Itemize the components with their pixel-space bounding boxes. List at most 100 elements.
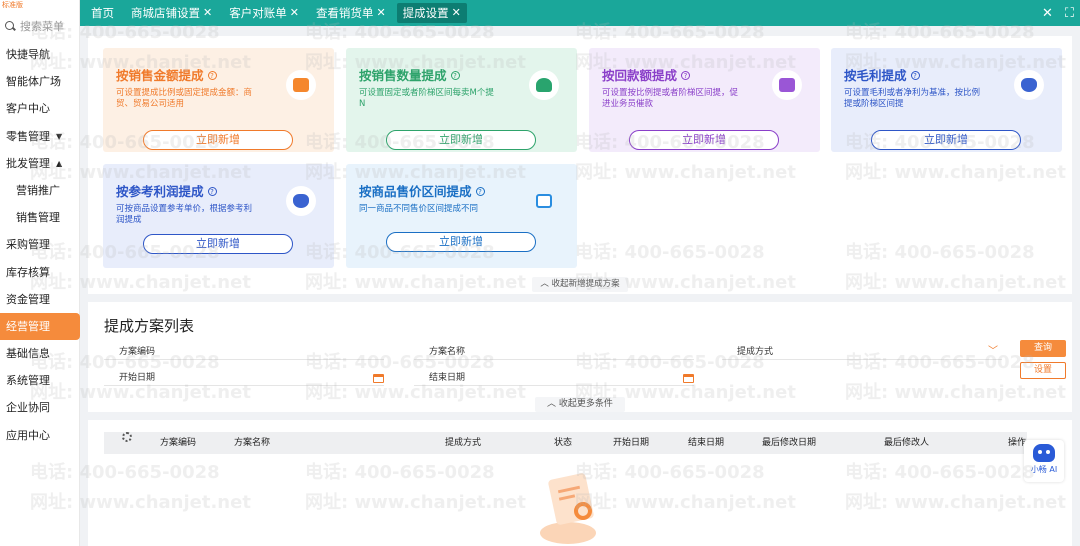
- col-method[interactable]: 提成方式: [445, 432, 481, 454]
- sidebar-item-marketing[interactable]: 营销推广: [0, 177, 80, 204]
- help-icon[interactable]: ?: [681, 71, 691, 80]
- commission-method-select[interactable]: 提成方式 ﹀: [722, 344, 1002, 360]
- collapse-new-plan-link[interactable]: ︿ 收起新增提成方案: [532, 277, 628, 292]
- tab-bar: 首页 商城店铺设置 ✕ 客户对账单 ✕ 查看销货单 ✕ 提成设置 ✕ ✕ ⛶: [80, 0, 1080, 26]
- sidebar-menu: 快捷导航 智能体广场 客户中心 零售管理 ▼ 批发管理 ▲ 营销推广 销售管理 采购…: [0, 41, 80, 449]
- add-button[interactable]: 立即新增: [629, 130, 779, 150]
- card-title: 按销售金额提成: [116, 68, 204, 83]
- close-icon[interactable]: ✕: [376, 0, 385, 26]
- close-icon[interactable]: ✕: [452, 3, 461, 23]
- menu-search[interactable]: 搜索菜单: [4, 18, 76, 34]
- chart-coin-icon: [286, 186, 316, 216]
- close-icon[interactable]: ✕: [290, 0, 299, 26]
- help-icon[interactable]: ?: [450, 71, 460, 80]
- col-end-date[interactable]: 结束日期: [688, 432, 724, 454]
- help-icon[interactable]: ?: [207, 71, 217, 80]
- tab-store-settings[interactable]: 商城店铺设置 ✕: [125, 0, 218, 26]
- card-payment-amount: 按回款额提成? 可设置按比例提或者阶梯区间提，促进业务员催款 立即新增: [589, 48, 820, 152]
- start-date-field[interactable]: 开始日期: [104, 370, 384, 386]
- help-icon[interactable]: ?: [207, 187, 217, 196]
- card-title: 按回款额提成: [602, 68, 678, 83]
- menu-search-placeholder: 搜索菜单: [20, 20, 64, 33]
- card-price-range: 按商品售价区间提成? 同一商品不同售价区间提成不同 立即新增: [346, 164, 577, 268]
- sidebar-item-quick-nav[interactable]: 快捷导航: [0, 41, 80, 68]
- tab-home[interactable]: 首页: [85, 0, 120, 26]
- upload-box-icon: [529, 70, 559, 100]
- robot-icon: [1033, 444, 1055, 462]
- add-button[interactable]: 立即新增: [386, 232, 536, 252]
- col-start-date[interactable]: 开始日期: [613, 432, 649, 454]
- col-modified-date[interactable]: 最后修改日期: [762, 432, 816, 454]
- col-plan-code[interactable]: 方案编码: [160, 432, 196, 454]
- column-settings-icon[interactable]: [122, 432, 132, 442]
- sidebar-item-operations[interactable]: 经营管理: [0, 312, 80, 341]
- chevron-down-icon: ▼: [56, 131, 63, 141]
- fullscreen-icon[interactable]: ⛶: [1065, 6, 1074, 21]
- page-title: 提成方案列表: [104, 317, 195, 335]
- add-button[interactable]: 立即新增: [386, 130, 536, 150]
- sidebar-item-sales[interactable]: 销售管理: [0, 204, 80, 231]
- settings-button[interactable]: 设置: [1020, 362, 1066, 379]
- tab-sales-order[interactable]: 查看销货单 ✕: [310, 0, 392, 26]
- sidebar-item-customer-center[interactable]: 客户中心: [0, 95, 80, 122]
- sidebar-item-collaboration[interactable]: 企业协同: [0, 394, 80, 421]
- calendar-icon[interactable]: [683, 374, 694, 383]
- help-icon[interactable]: ?: [475, 187, 485, 196]
- sidebar-item-inventory[interactable]: 库存核算: [0, 259, 80, 286]
- col-plan-name[interactable]: 方案名称: [234, 432, 270, 454]
- card-title: 按销售数量提成: [359, 68, 447, 83]
- empty-state-illustration: [540, 472, 600, 546]
- add-button[interactable]: 立即新增: [143, 234, 293, 254]
- calendar-yen-icon: [772, 70, 802, 100]
- ai-assistant-button[interactable]: 小畅 AI: [1024, 440, 1064, 482]
- collapse-more-conditions-link[interactable]: ︿ 收起更多条件: [535, 397, 625, 412]
- edition-badge: 标准版: [2, 1, 23, 9]
- add-button[interactable]: 立即新增: [143, 130, 293, 150]
- money-bag-icon: [1014, 70, 1044, 100]
- col-status[interactable]: 状态: [554, 432, 572, 454]
- help-icon[interactable]: ?: [910, 71, 920, 80]
- tab-customer-statement[interactable]: 客户对账单 ✕: [223, 0, 305, 26]
- chevron-up-icon: ︿: [540, 279, 552, 289]
- card-desc: 可设置固定或者阶梯区间每卖M个提N: [359, 88, 494, 109]
- plan-table: 方案编码 方案名称 提成方式 状态 开始日期 结束日期 最后修改日期 最后修改人…: [88, 420, 1072, 546]
- sidebar-item-agent-plaza[interactable]: 智能体广场: [0, 68, 80, 95]
- plan-name-field[interactable]: 方案名称: [414, 344, 694, 360]
- card-reference-profit: 按参考利润提成? 可按商品设置参考单价，根据参考利润提成 立即新增: [103, 164, 334, 268]
- card-title: 按商品售价区间提成: [359, 184, 472, 199]
- query-button[interactable]: 查询: [1020, 340, 1066, 357]
- card-desc: 可设置提成比例或固定提成金额：商贸、贸易公司适用: [116, 88, 253, 109]
- close-icon[interactable]: ✕: [203, 0, 212, 26]
- card-desc: 可设置毛利或者净利为基准，按比例提或阶梯区间提: [844, 88, 981, 109]
- add-button[interactable]: 立即新增: [871, 130, 1021, 150]
- sidebar-item-app-center[interactable]: 应用中心: [0, 422, 80, 449]
- sidebar: 标准版 搜索菜单 快捷导航 智能体广场 客户中心 零售管理 ▼ 批发管理 ▲ 营销推…: [0, 0, 80, 546]
- card-title: 按毛利提成: [844, 68, 907, 83]
- sidebar-item-retail[interactable]: 零售管理 ▼: [0, 123, 80, 150]
- sidebar-item-basic-info[interactable]: 基础信息: [0, 340, 80, 367]
- gift-box-icon: [286, 70, 316, 100]
- sidebar-item-wholesale[interactable]: 批发管理 ▲: [0, 150, 80, 177]
- table-header: 方案编码 方案名称 提成方式 状态 开始日期 结束日期 最后修改日期 最后修改人…: [104, 432, 1027, 454]
- chevron-up-icon: ︿: [547, 399, 559, 409]
- card-desc: 可按商品设置参考单价，根据参考利润提成: [116, 204, 253, 225]
- sidebar-item-funds[interactable]: 资金管理: [0, 286, 80, 313]
- plan-code-field[interactable]: 方案编码: [104, 344, 384, 360]
- sidebar-item-system[interactable]: 系统管理: [0, 367, 80, 394]
- window-controls: ✕ ⛶: [1030, 0, 1074, 26]
- plan-list-filter: 提成方案列表 方案编码 方案名称 提成方式 ﹀ 开始日期 结束日期 查询 设置 …: [88, 302, 1072, 412]
- chevron-down-icon: ﹀: [988, 346, 998, 357]
- card-sales-amount: 按销售金额提成? 可设置提成比例或固定提成金额：商贸、贸易公司适用 立即新增: [103, 48, 334, 152]
- card-gross-profit: 按毛利提成? 可设置毛利或者净利为基准，按比例提或阶梯区间提 立即新增: [831, 48, 1062, 152]
- col-modified-by[interactable]: 最后修改人: [884, 432, 929, 454]
- shopping-bag-icon: [529, 186, 559, 216]
- sidebar-item-purchase[interactable]: 采购管理: [0, 231, 80, 258]
- card-desc: 同一商品不同售价区间提成不同: [359, 204, 479, 214]
- calendar-icon[interactable]: [373, 374, 384, 383]
- tab-commission-settings[interactable]: 提成设置 ✕: [396, 3, 467, 23]
- close-all-icon[interactable]: ✕: [1042, 6, 1053, 21]
- card-title: 按参考利润提成: [116, 184, 204, 199]
- search-icon: [4, 20, 16, 32]
- end-date-field[interactable]: 结束日期: [414, 370, 694, 386]
- chevron-up-icon: ▲: [56, 158, 63, 168]
